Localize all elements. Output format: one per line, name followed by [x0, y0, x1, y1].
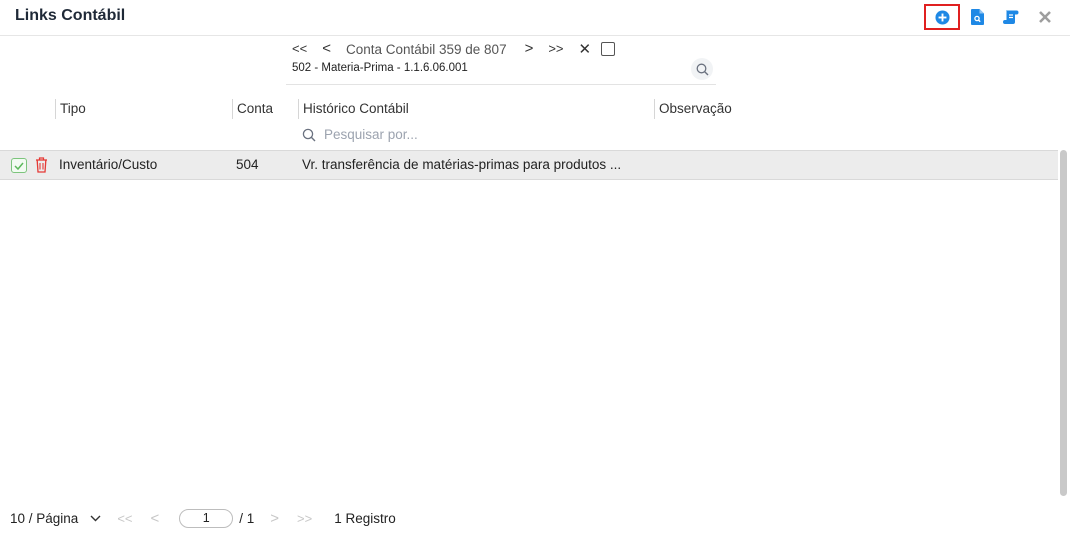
- page-size-dropdown[interactable]: [90, 515, 101, 522]
- first-page-button[interactable]: <<: [117, 511, 132, 526]
- column-header-observacao[interactable]: Observação: [654, 99, 732, 119]
- confirm-row-button[interactable]: [11, 158, 27, 173]
- column-header-conta[interactable]: Conta: [232, 99, 273, 119]
- cell-tipo: Inventário/Custo: [59, 157, 158, 172]
- record-count: 1 Registro: [334, 510, 396, 526]
- table-row[interactable]: Inventário/Custo 504 Vr. transferência d…: [0, 151, 1058, 180]
- trash-icon: [36, 157, 47, 173]
- first-account-button[interactable]: <<: [292, 40, 307, 58]
- add-circle-icon: [934, 9, 950, 25]
- prev-page-button[interactable]: <: [151, 510, 160, 527]
- account-counter: Conta Contábil 359 de 807: [345, 41, 507, 57]
- account-field-underline: [286, 84, 716, 85]
- last-account-button[interactable]: >>: [548, 40, 563, 58]
- account-navigator: << < Conta Contábil 359 de 807 > >> ✕: [292, 40, 616, 58]
- search-icon: [302, 128, 316, 141]
- delete-row-button[interactable]: [35, 157, 48, 178]
- pagination: 10 / Página << < 1 / 1 > >> 1 Registro: [10, 507, 396, 529]
- prev-account-button[interactable]: <: [322, 40, 331, 58]
- account-checkbox[interactable]: [601, 42, 616, 56]
- document-search-icon: [970, 9, 984, 25]
- chevron-down-icon: [90, 515, 101, 521]
- table-search[interactable]: Pesquisar por...: [302, 127, 418, 142]
- next-account-button[interactable]: >: [525, 40, 534, 58]
- column-header-historico[interactable]: Histórico Contábil: [298, 99, 409, 119]
- page-number-input[interactable]: 1: [179, 508, 234, 528]
- search-placeholder: Pesquisar por...: [324, 127, 418, 142]
- account-search-button[interactable]: [691, 58, 713, 80]
- next-page-button[interactable]: >: [270, 510, 279, 527]
- document-search-button[interactable]: [960, 4, 994, 30]
- close-icon: [1039, 11, 1051, 23]
- search-icon: [696, 63, 708, 75]
- scroll-icon: [1003, 10, 1019, 24]
- scroll-button[interactable]: [994, 4, 1028, 30]
- toolbar: [924, 4, 1062, 30]
- clear-account-button[interactable]: ✕: [579, 40, 592, 58]
- header-divider: [0, 35, 1070, 36]
- add-button[interactable]: [924, 4, 960, 30]
- account-label: 502 - Materia-Prima - 1.1.6.06.001: [292, 62, 468, 74]
- column-header-tipo[interactable]: Tipo: [55, 99, 86, 119]
- check-icon: [14, 162, 24, 170]
- total-pages: / 1: [239, 510, 255, 526]
- last-page-button[interactable]: >>: [297, 511, 312, 526]
- page-title: Links Contábil: [15, 7, 126, 24]
- vertical-scrollbar[interactable]: [1060, 150, 1067, 496]
- page-size-label: 10 / Página: [10, 510, 79, 526]
- cell-conta: 504: [236, 157, 259, 172]
- cell-historico: Vr. transferência de matérias-primas par…: [302, 157, 622, 172]
- close-button[interactable]: [1028, 4, 1062, 30]
